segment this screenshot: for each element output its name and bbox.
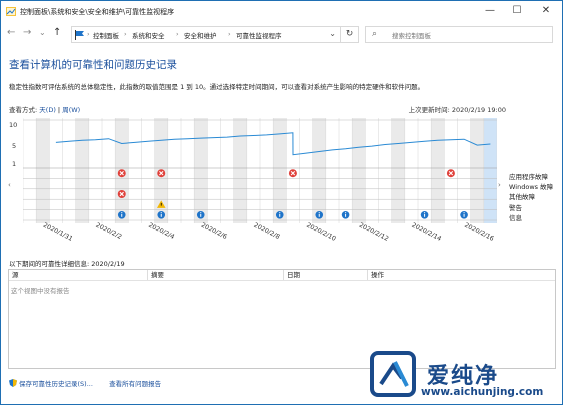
chart-shade-column: [233, 118, 247, 223]
x-tick-label: 2020/2/12: [358, 222, 390, 243]
view-options-row: 查看方式: 天(D) | 周(W) 上次更新时间: 2020/2/19 19:0…: [9, 104, 506, 114]
breadcrumb-separator-icon: ›: [87, 30, 90, 38]
breadcrumb-separator-icon: ›: [124, 30, 127, 38]
refresh-button[interactable]: ↻: [341, 26, 359, 43]
control-panel-flag-icon: [75, 30, 84, 40]
x-tick-label: 2020/2/16: [463, 222, 495, 243]
y-tick-label: 5: [12, 142, 17, 150]
info-event-dot: [160, 212, 162, 214]
breadcrumb-control-panel[interactable]: 控制面板: [93, 30, 119, 40]
recent-locations-button[interactable]: ⌄: [39, 28, 46, 37]
save-shield-icon: [9, 379, 17, 387]
info-event-dot: [279, 212, 281, 214]
x-tick-label: 2020/2/4: [147, 222, 175, 241]
breadcrumb-system-security[interactable]: 系统和安全: [132, 30, 165, 40]
breadcrumb-reliability-monitor[interactable]: 可靠性监视程序: [236, 30, 282, 40]
watermark-url: www.aichunjing.com: [421, 386, 544, 398]
x-tick-label: 2020/2/8: [252, 222, 280, 241]
last-updated-text: 上次更新时间: 2020/2/19 19:00: [408, 106, 506, 114]
info-event-dot: [344, 212, 347, 214]
chart-shade-column: [75, 118, 89, 223]
column-divider[interactable]: [367, 270, 368, 280]
breadcrumb-separator-icon: ›: [176, 30, 179, 38]
row-label-misc-failures: 其他故障: [509, 193, 535, 201]
y-tick-label: 10: [9, 121, 18, 129]
row-label-windows-failures: Windows 故障: [509, 183, 554, 191]
forward-button[interactable]: →: [23, 27, 31, 38]
search-input[interactable]: 搜索控制面板: [392, 30, 431, 40]
view-by-week-link[interactable]: 周(W): [62, 106, 80, 114]
watermark-logo-icon: [370, 351, 416, 397]
view-by-day-link[interactable]: 天(D): [39, 106, 56, 114]
info-event-dot: [463, 212, 465, 214]
chart-shade-column: [352, 118, 366, 223]
empty-table-message: 这个视图中没有报告: [11, 287, 70, 295]
chart-shade-column: [391, 118, 405, 223]
reliability-monitor-icon: [6, 7, 16, 16]
row-label-app-failures: 应用程序故障: [509, 173, 548, 181]
address-dropdown-icon[interactable]: ⌄: [329, 29, 336, 38]
scroll-left-icon[interactable]: ‹: [8, 181, 11, 189]
column-header-date[interactable]: 日期: [287, 270, 300, 280]
details-title: 以下期间的可靠性详细信息: 2020/2/19: [9, 260, 125, 268]
info-event-dot: [121, 212, 123, 214]
window: 控制面板\系统和安全\安全和维护\可靠性监视程序 — ☐ ✕ ← → ⌄ ↑ ›…: [0, 0, 563, 405]
page-title: 查看计算机的可靠性和问题历史记录: [9, 59, 177, 71]
column-header-action[interactable]: 操作: [371, 270, 384, 280]
header-divider: [9, 280, 555, 281]
up-button[interactable]: ↑: [53, 27, 61, 38]
info-event-dot: [423, 212, 426, 214]
chart-shade-column: [470, 118, 484, 223]
search-box[interactable]: ⌕ 搜索控制面板: [365, 26, 553, 43]
view-by-label: 查看方式:: [9, 106, 38, 114]
title-bar: 控制面板\系统和安全\安全和维护\可靠性监视程序 — ☐ ✕: [1, 1, 562, 23]
reliability-chart[interactable]: 10 5 1 ‹ › 2020/1/31 2020/2/2 2020/2/4 2020…: [8, 118, 553, 248]
close-button[interactable]: ✕: [536, 3, 556, 19]
info-event-dot: [200, 212, 202, 214]
footer-links: 保存可靠性历史记录(S)... 查看所有问题报告: [9, 378, 161, 388]
reliability-chart-canvas[interactable]: 2020/1/31 2020/2/2 2020/2/4 2020/2/6 2020/2/…: [23, 118, 497, 248]
x-tick-label: 2020/2/10: [305, 222, 337, 243]
row-label-warnings: 警告: [509, 204, 522, 212]
back-button[interactable]: ←: [7, 27, 15, 38]
chart-shade-column: [194, 118, 208, 223]
navigation-bar: ← → ⌄ ↑ › 控制面板 › 系统和安全 › 安全和维护 › 可靠性监视程序…: [1, 23, 562, 45]
chart-shade-column: [431, 118, 445, 223]
save-reliability-history-link[interactable]: 保存可靠性历史记录(S)...: [19, 380, 93, 388]
breadcrumb-security-maintenance[interactable]: 安全和维护: [184, 30, 217, 40]
x-tick-label: 2020/2/2: [94, 222, 122, 241]
column-header-source[interactable]: 源: [12, 270, 19, 280]
scroll-right-icon[interactable]: ›: [498, 181, 501, 189]
address-bar[interactable]: › 控制面板 › 系统和安全 › 安全和维护 › 可靠性监视程序 ⌄: [71, 26, 341, 43]
column-divider[interactable]: [283, 270, 284, 280]
column-divider[interactable]: [147, 270, 148, 280]
breadcrumb-separator-icon: ›: [228, 30, 231, 38]
row-label-information: 信息: [509, 214, 522, 222]
chart-shade-column: [36, 118, 50, 223]
x-tick-label: 2020/1/31: [42, 222, 74, 243]
view-all-problem-reports-link[interactable]: 查看所有问题报告: [109, 380, 161, 388]
x-tick-label: 2020/2/6: [200, 222, 228, 241]
site-watermark: 爱纯净 www.aichunjing.com: [365, 346, 560, 402]
y-tick-label: 1: [12, 160, 17, 168]
page-description: 稳定性指数可评估系统的总体稳定性，此指数的取值范围是 1 到 10。通过选择特定…: [9, 83, 425, 91]
window-title: 控制面板\系统和安全\安全和维护\可靠性监视程序: [20, 8, 175, 16]
chart-selected-column: [483, 118, 497, 223]
maximize-button[interactable]: ☐: [507, 3, 527, 19]
minimize-button[interactable]: —: [480, 3, 500, 19]
info-event-dot: [318, 212, 320, 214]
column-header-summary[interactable]: 摘要: [151, 270, 164, 280]
chart-shade-column: [312, 118, 326, 223]
x-tick-label: 2020/2/14: [410, 222, 442, 243]
search-icon: ⌕: [372, 29, 378, 39]
